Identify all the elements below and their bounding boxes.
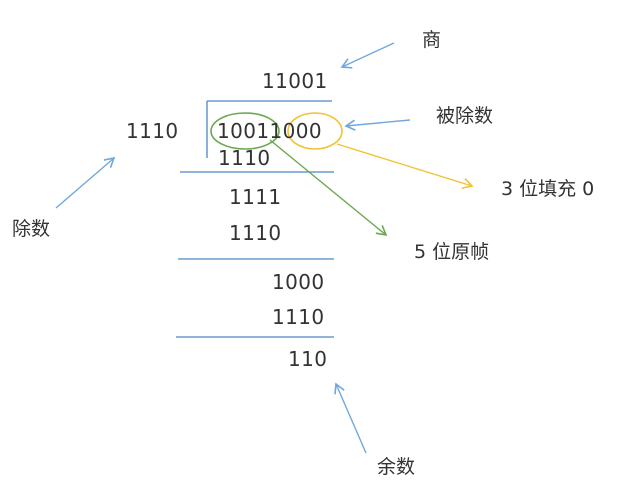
step-2-subtrahend: 1110: [229, 221, 282, 245]
divisor-value: 1110: [126, 119, 179, 143]
remainder-value: 110: [288, 347, 328, 371]
step-3-subtrahend: 1110: [272, 305, 325, 329]
quotient-label: 商: [422, 29, 442, 51]
remainder-label: 余数: [377, 456, 416, 478]
dividend-value: 10011000: [217, 119, 322, 143]
dividend-label: 被除数: [436, 105, 494, 127]
divisor-label: 除数: [12, 218, 51, 240]
original-frame-label: 5 位原帧: [414, 241, 490, 263]
quotient-value: 11001: [262, 69, 328, 93]
dividend-arrow: [344, 119, 411, 131]
padding-label: 3 位填充 0: [501, 178, 595, 200]
step-3-partial: 1000: [272, 270, 325, 294]
crc-division-diagram: 11001 1110 10011000 1110 1111 1110 1000 …: [0, 0, 631, 502]
step-2-partial: 1111: [229, 185, 282, 209]
divisor-arrow: [55, 156, 116, 209]
padding-arrow: [336, 143, 474, 189]
remainder-arrow: [334, 382, 367, 454]
quotient-arrow: [340, 42, 395, 69]
step-1-subtrahend: 1110: [218, 146, 271, 170]
